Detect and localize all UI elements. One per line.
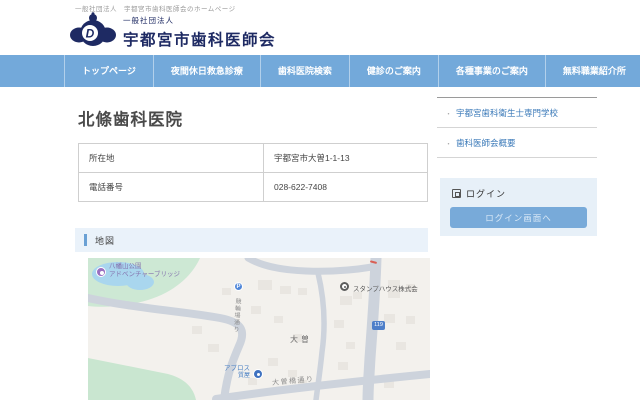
sidebar-item-association-overview[interactable]: ・歯科医師会概要 <box>437 128 597 158</box>
shop-poi-icon[interactable] <box>253 369 263 379</box>
section-accent-bar <box>84 234 87 246</box>
nav-item-job-office[interactable]: 無料職業紹介所 <box>544 55 640 87</box>
park-poi-icon[interactable] <box>96 267 106 277</box>
company-poi-icon[interactable] <box>340 282 349 291</box>
company-poi-label[interactable]: スタンプハウス株式会 <box>353 283 418 293</box>
map-view[interactable]: 八幡山公園 アドベンチャーブリッジ P スタンプハウス株式会 大曽 アプロス 質… <box>88 258 430 400</box>
sidebar-item-hygienist-school[interactable]: ・宇都宮歯科衛生士専門学校 <box>437 98 597 128</box>
login-screen-button[interactable]: ログイン画面へ <box>450 207 587 228</box>
shop-poi-label[interactable]: アプロス 質屋 <box>212 365 250 380</box>
park-poi-label[interactable]: 八幡山公園 アドベンチャーブリッジ <box>109 263 180 279</box>
route-119-shield: 119 <box>372 321 385 330</box>
site-logo-block[interactable]: D 一般社団法人 宇都宮市歯科医師会 <box>70 12 276 52</box>
org-type-label: 一般社団法人 <box>123 15 174 25</box>
association-logo-icon: D <box>70 12 116 46</box>
bullet-icon: ・ <box>445 141 452 148</box>
svg-text:D: D <box>86 27 95 41</box>
bullet-icon: ・ <box>445 111 452 118</box>
district-label: 大曽 <box>290 335 312 344</box>
page: 一般社団法人 宇都宮市歯科医師会のホームページ D 一般社団法人 宇都宮市歯科医… <box>0 0 640 400</box>
table-row: 所在地 宇都宮市大曽1-1-13 <box>78 143 428 173</box>
phone-label: 電話番号 <box>78 172 264 202</box>
login-title: ログイン <box>466 189 507 199</box>
clinic-info-table: 所在地 宇都宮市大曽1-1-13 電話番号 028-622-7408 <box>78 143 428 202</box>
address-label: 所在地 <box>78 143 264 173</box>
parking-icon[interactable]: P <box>234 282 243 291</box>
nav-item-top[interactable]: トップページ <box>64 55 153 87</box>
map-section-header: 地図 <box>75 228 428 252</box>
login-panel: ログイン ログイン画面へ <box>440 178 597 236</box>
main-nav: トップページ 夜間休日救急診療 歯科医院検索 健診のご案内 各種事業のご案内 無… <box>0 55 640 87</box>
org-name-title: 宇都宮市歯科医師会 <box>123 31 277 49</box>
nav-item-services[interactable]: 各種事業のご案内 <box>437 55 545 87</box>
login-header: ログイン <box>452 187 506 200</box>
sidebar-link-list: ・宇都宮歯科衛生士専門学校 ・歯科医師会概要 <box>437 97 597 158</box>
clinic-name-title: 北條歯科医院 <box>78 111 183 129</box>
nav-item-emergency[interactable]: 夜間休日救急診療 <box>152 55 260 87</box>
nav-item-clinic-search[interactable]: 歯科医院検索 <box>259 55 349 87</box>
login-icon <box>452 189 461 198</box>
map-section-title: 地図 <box>95 235 116 246</box>
nav-item-checkup[interactable]: 健診のご案内 <box>348 55 438 87</box>
address-value: 宇都宮市大曽1-1-13 <box>263 143 428 173</box>
brand-text: 一般社団法人 宇都宮市歯科医師会 <box>123 15 276 50</box>
phone-value: 028-622-7408 <box>263 172 428 202</box>
table-row: 電話番号 028-622-7408 <box>78 172 428 202</box>
